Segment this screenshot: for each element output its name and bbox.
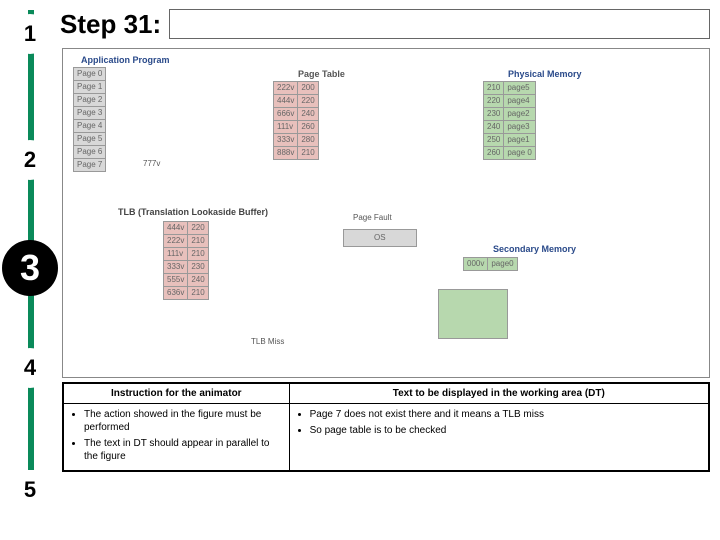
app-program-table: Page 0 Page 1 Page 2 Page 3 Page 4 Page …	[73, 67, 106, 172]
step-3-marker[interactable]: 3	[2, 240, 58, 296]
dt-text-cell: Page 7 does not exist there and it means…	[289, 404, 709, 472]
table-row: 333v280	[274, 134, 319, 147]
table-row: 666v240	[274, 108, 319, 121]
table-row: 250page1	[484, 134, 536, 147]
table-row: Page 4	[74, 120, 106, 133]
step-sidebar: 1 2 3 4 5	[0, 0, 60, 540]
page-fault-label: Page Fault	[353, 213, 392, 222]
step-title: Step 31:	[60, 9, 161, 40]
table-row: 111v260	[274, 121, 319, 134]
app-program-header: Application Program	[81, 55, 170, 65]
step-5-marker[interactable]: 5	[10, 470, 50, 510]
table-row: 111v210	[164, 248, 209, 261]
list-item: Page 7 does not exist there and it means…	[310, 408, 702, 421]
table-row: 888v210	[274, 147, 319, 160]
table-row: 000vpage0	[464, 258, 518, 271]
table-row: 230page2	[484, 108, 536, 121]
step-4-marker[interactable]: 4	[10, 348, 50, 388]
table-row: Page 1	[74, 81, 106, 94]
table-row: Page 3	[74, 107, 106, 120]
table-row: 444v220	[274, 95, 319, 108]
secondary-mem-block	[438, 289, 508, 339]
list-item: The action showed in the figure must be …	[84, 408, 283, 434]
table-row: 222v210	[164, 235, 209, 248]
table-row: 210page5	[484, 82, 536, 95]
app-annot: 777v	[143, 159, 160, 168]
table-row: 444v220	[164, 222, 209, 235]
table-row: 260page 0	[484, 147, 536, 160]
tlb-header: TLB (Translation Lookaside Buffer)	[118, 207, 268, 217]
table-row: 222v200	[274, 82, 319, 95]
table-row: 220page4	[484, 95, 536, 108]
instruction-table: Instruction for the animator Text to be …	[62, 382, 710, 472]
secondary-memory-table: 000vpage0	[463, 257, 518, 271]
list-item: So page table is to be checked	[310, 424, 702, 437]
tlb-miss-label: TLB Miss	[251, 337, 284, 346]
memory-diagram: Application Program Page 0 Page 1 Page 2…	[62, 48, 710, 378]
title-row: Step 31:	[60, 4, 710, 44]
secondary-memory-header: Secondary Memory	[493, 244, 576, 254]
step-2-marker[interactable]: 2	[10, 140, 50, 180]
step-1-marker[interactable]: 1	[10, 14, 50, 54]
table-row: 636v210	[164, 287, 209, 300]
tlb-table: 444v220 222v210 111v210 333v230 555v240 …	[163, 221, 209, 300]
page-table-header: Page Table	[298, 69, 345, 79]
dt-col-header: Text to be displayed in the working area…	[289, 383, 709, 404]
animator-instructions-cell: The action showed in the figure must be …	[63, 404, 289, 472]
table-row: Page 2	[74, 94, 106, 107]
page-table: 222v200 444v220 666v240 111v260 333v280 …	[273, 81, 319, 160]
animator-col-header: Instruction for the animator	[63, 383, 289, 404]
list-item: The text in DT should appear in parallel…	[84, 437, 283, 463]
title-input-box[interactable]	[169, 9, 710, 39]
table-row: 333v230	[164, 261, 209, 274]
table-row: Page 7	[74, 159, 106, 172]
table-row: 555v240	[164, 274, 209, 287]
table-row: Page 0	[74, 68, 106, 81]
table-row: Page 5	[74, 133, 106, 146]
table-row: Page 6	[74, 146, 106, 159]
table-row: 240page3	[484, 121, 536, 134]
physical-memory-header: Physical Memory	[508, 69, 582, 79]
os-box: OS	[343, 229, 417, 247]
physical-memory-table: 210page5 220page4 230page2 240page3 250p…	[483, 81, 536, 160]
